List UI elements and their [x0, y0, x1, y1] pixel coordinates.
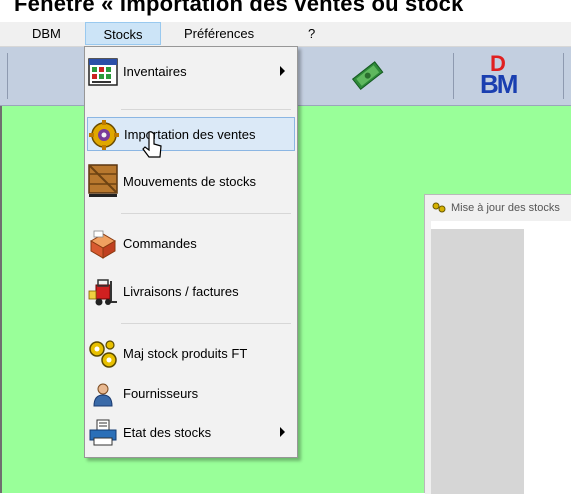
menu-stocks-label: Stocks	[103, 27, 143, 42]
child-left-panel	[431, 229, 524, 494]
menu-item-label: Livraisons / factures	[123, 284, 239, 299]
menu-separator	[121, 213, 291, 214]
menu-separator	[121, 323, 291, 324]
menu-item-fournisseurs[interactable]: Fournisseurs	[87, 377, 295, 411]
submenu-arrow-icon	[280, 427, 285, 437]
stocks-dropdown-menu: Inventaires Importation des ventes Mouve…	[84, 46, 298, 458]
menu-dbm[interactable]: DBM	[24, 22, 69, 45]
menu-separator	[121, 109, 291, 110]
child-window-titlebar[interactable]: Mise à jour des stocks	[425, 195, 571, 221]
toolbar-dbm-logo-button[interactable]: D BM	[478, 51, 526, 99]
person-icon	[93, 383, 113, 407]
menu-help[interactable]: ?	[300, 22, 323, 45]
menu-item-commandes[interactable]: Commandes	[87, 227, 295, 261]
window-app-icon	[432, 202, 446, 213]
menu-item-label: Maj stock produits FT	[123, 346, 248, 361]
menu-help-label: ?	[308, 26, 316, 41]
toolbar-cash-button[interactable]	[348, 59, 388, 93]
submenu-arrow-icon	[280, 66, 285, 76]
menu-item-label: Inventaires	[123, 64, 187, 79]
menu-preferences-label: Préférences	[184, 26, 255, 41]
toolbar-separator	[563, 53, 564, 99]
order-box-icon	[90, 230, 116, 259]
instruction-banner: Fenêtre « Importation des ventes ou stoc…	[0, 0, 571, 22]
logo-text: BM	[480, 69, 518, 99]
menu-item-label: Mouvements de stocks	[123, 174, 256, 189]
menu-bar: DBM Stocks Préférences ?	[0, 22, 571, 47]
printer-icon	[89, 419, 117, 446]
menu-item-etat-stocks[interactable]: Etat des stocks	[87, 416, 295, 450]
menu-stocks[interactable]: Stocks	[85, 22, 161, 45]
gear-import-icon	[89, 120, 119, 150]
menu-dbm-label: DBM	[32, 26, 61, 41]
menu-item-inventaires[interactable]: Inventaires	[87, 55, 295, 89]
menu-item-importation-ventes[interactable]: Importation des ventes	[87, 117, 295, 151]
crate-icon	[88, 164, 118, 197]
banner-text: Fenêtre « Importation des ventes ou stoc…	[14, 0, 464, 16]
gears-icon	[89, 340, 117, 368]
child-window-title: Mise à jour des stocks	[451, 202, 560, 214]
forklift-icon	[88, 279, 117, 306]
cash-icon	[351, 61, 384, 91]
menu-preferences[interactable]: Préférences	[176, 22, 262, 45]
toolbar-separator	[453, 53, 454, 99]
inventory-icon	[88, 58, 118, 86]
menu-item-label: Commandes	[123, 236, 197, 251]
menu-item-label: Etat des stocks	[123, 425, 212, 440]
menu-item-livraisons-factures[interactable]: Livraisons / factures	[87, 275, 295, 309]
menu-item-maj-stock-produits[interactable]: Maj stock produits FT	[87, 337, 295, 371]
mouse-pointer-icon	[142, 131, 162, 158]
toolbar-separator	[7, 53, 8, 99]
menu-item-mouvements-stocks[interactable]: Mouvements de stocks	[87, 164, 295, 199]
child-window-stock-update[interactable]: Mise à jour des stocks	[424, 194, 571, 494]
menu-item-label: Fournisseurs	[123, 386, 199, 401]
